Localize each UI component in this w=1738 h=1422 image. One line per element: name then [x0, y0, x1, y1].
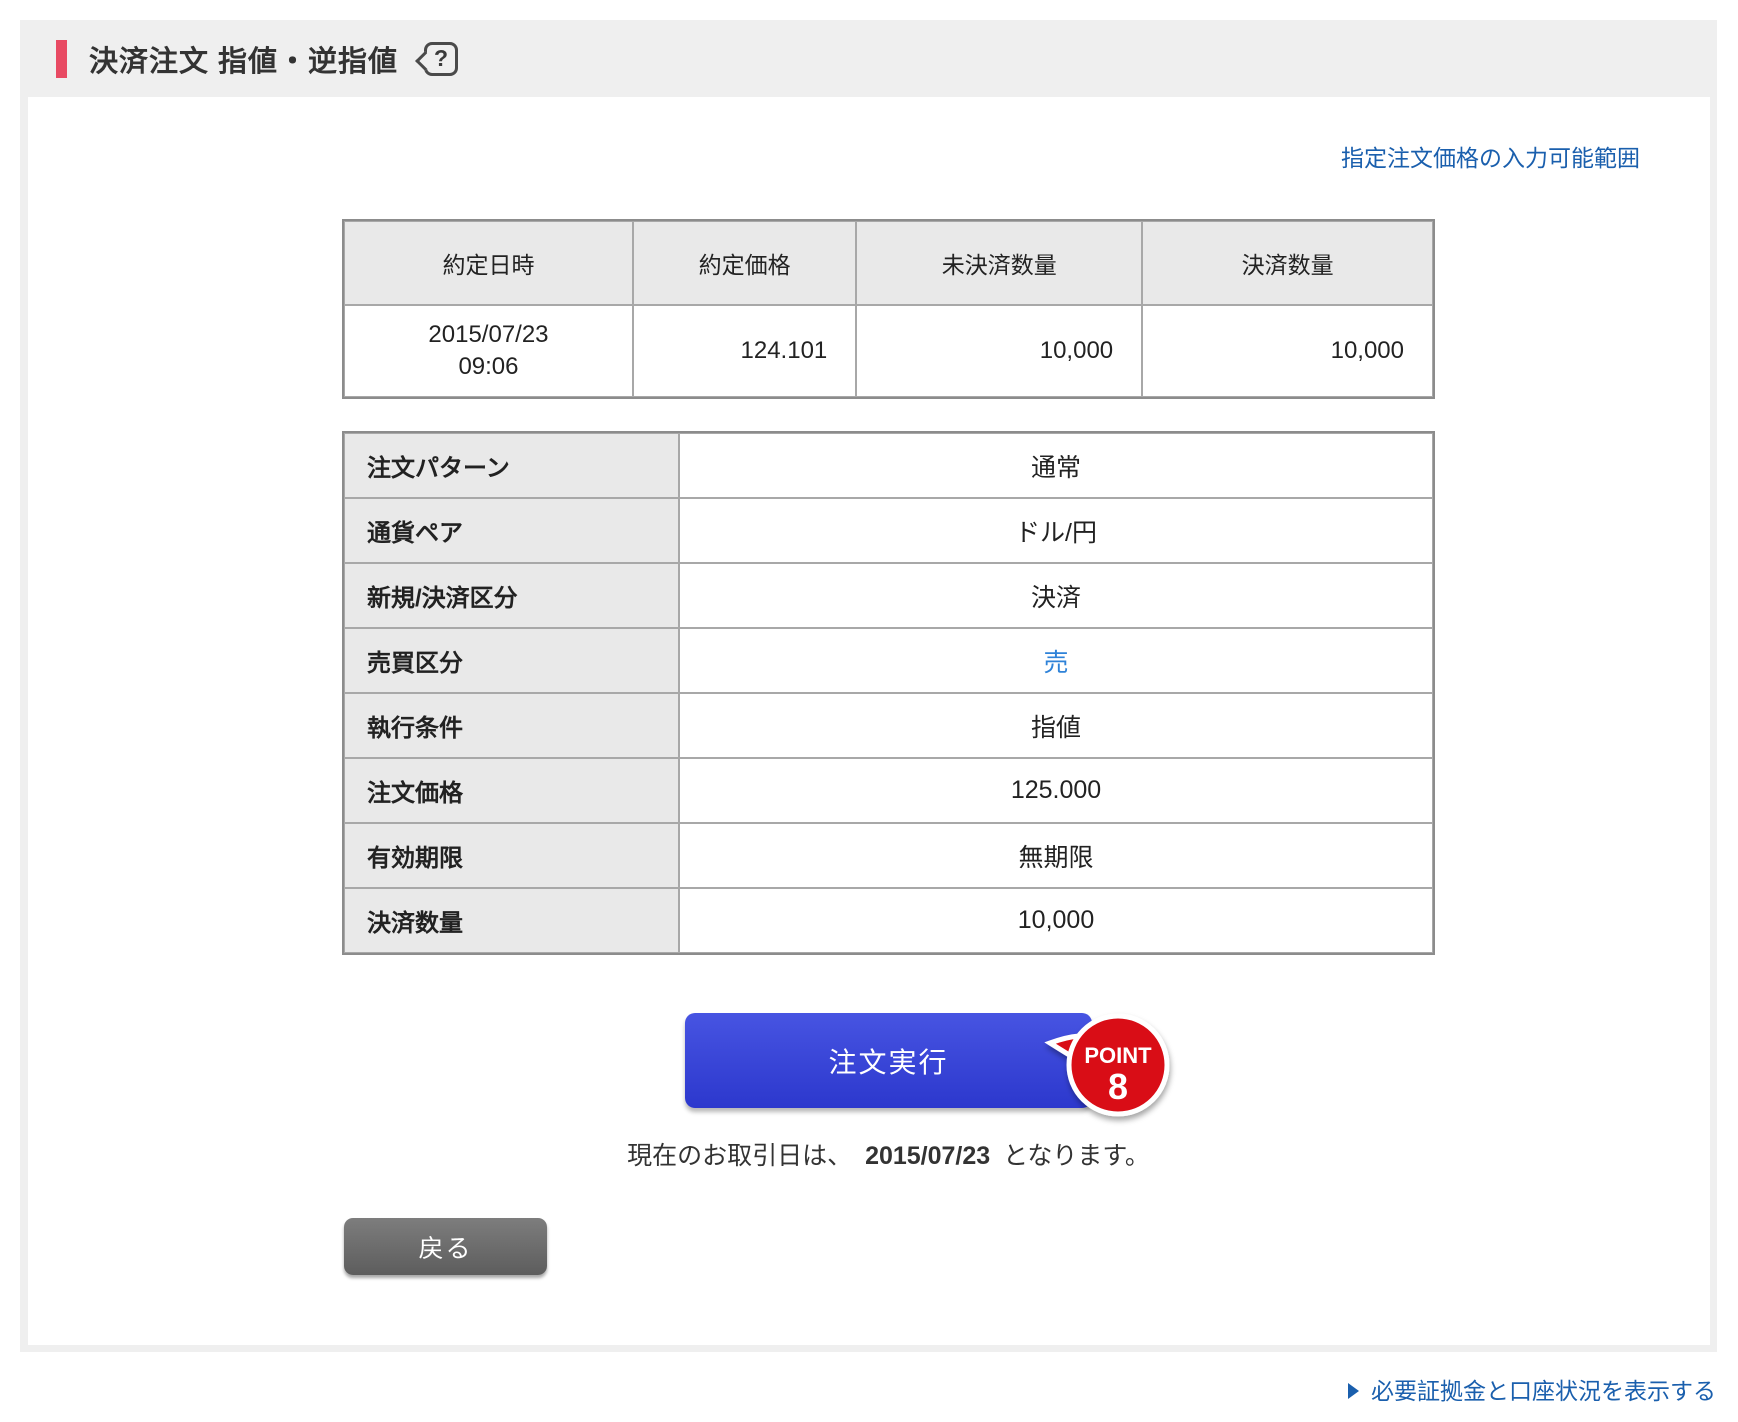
exec-time: 09:06	[345, 351, 632, 383]
order-field-value: 指値	[679, 693, 1433, 758]
badge-text-number: 8	[1108, 1066, 1128, 1107]
order-field-label: 有効期限	[344, 823, 679, 888]
back-button[interactable]: 戻る	[344, 1218, 547, 1275]
close-qty-cell: 10,000	[1142, 305, 1433, 397]
price-range-link-row: 指定注文価格の入力可能範囲	[28, 139, 1640, 169]
header-open-qty: 未決済数量	[856, 221, 1142, 305]
trade-date-prefix: 現在のお取引日は、	[627, 1142, 852, 1170]
exec-price-cell: 124.101	[633, 305, 856, 397]
open-qty-cell: 10,000	[856, 305, 1142, 397]
header-exec-price: 約定価格	[633, 221, 856, 305]
badge-text-point: POINT	[1084, 1043, 1152, 1068]
title-accent-bar	[56, 40, 67, 78]
table-row: 通貨ペア ドル/円	[344, 498, 1433, 563]
order-field-value: 通常	[679, 433, 1433, 498]
header-exec-datetime: 約定日時	[344, 221, 633, 305]
trade-date-suffix: となります。	[1003, 1142, 1150, 1170]
table-row: 注文パターン 通常	[344, 433, 1433, 498]
order-field-label: 通貨ペア	[344, 498, 679, 563]
page-title: 決済注文 指値・逆指値	[89, 38, 398, 80]
help-icon[interactable]: ?	[424, 42, 458, 76]
trade-date-value: 2015/07/23	[859, 1142, 996, 1170]
margin-status-link[interactable]: 必要証拠金と口座状況を表示する	[1371, 1378, 1716, 1404]
panel-header: 決済注文 指値・逆指値 ?	[20, 20, 1717, 97]
table-row: 決済数量 10,000	[344, 888, 1433, 953]
table-row: 注文価格 125.000	[344, 758, 1433, 823]
table-row: 執行条件 指値	[344, 693, 1433, 758]
price-range-link[interactable]: 指定注文価格の入力可能範囲	[1341, 145, 1640, 171]
order-field-label: 執行条件	[344, 693, 679, 758]
content-area: 指定注文価格の入力可能範囲 約定日時 約定価格 未決済数量 決済数量 2015/…	[28, 97, 1710, 1345]
order-field-label: 注文パターン	[344, 433, 679, 498]
table-row: 有効期限 無期限	[344, 823, 1433, 888]
order-field-label: 新規/決済区分	[344, 563, 679, 628]
order-detail-table: 注文パターン 通常 通貨ペア ドル/円 新規/決済区分 決済 売買区分 売 執行…	[342, 431, 1435, 955]
table-row: 新規/決済区分 決済	[344, 563, 1433, 628]
action-strip: 注文実行 POINT 8 現在のお取引日は、 2015/07/23 となります。	[342, 1013, 1435, 1172]
position-table-header-row: 約定日時 約定価格 未決済数量 決済数量	[344, 221, 1433, 305]
position-table: 約定日時 約定価格 未決済数量 決済数量 2015/07/23 09:06 12…	[342, 219, 1435, 399]
exec-datetime-cell: 2015/07/23 09:06	[344, 305, 633, 397]
order-confirm-panel: 決済注文 指値・逆指値 ? 指定注文価格の入力可能範囲 約定日時 約定価格 未決…	[20, 20, 1717, 1352]
trade-date-note: 現在のお取引日は、 2015/07/23 となります。	[342, 1136, 1435, 1172]
order-field-value: 125.000	[679, 758, 1433, 823]
position-table-data-row: 2015/07/23 09:06 124.101 10,000 10,000	[344, 305, 1433, 397]
margin-status-link-row: 必要証拠金と口座状況を表示する	[1348, 1372, 1716, 1406]
arrow-right-icon	[1348, 1383, 1359, 1399]
table-row: 売買区分 売	[344, 628, 1433, 693]
exec-date: 2015/07/23	[345, 319, 632, 351]
order-field-value: 無期限	[679, 823, 1433, 888]
order-field-value: 10,000	[679, 888, 1433, 953]
submit-order-button[interactable]: 注文実行	[685, 1013, 1092, 1108]
order-field-label: 決済数量	[344, 888, 679, 953]
order-field-label: 注文価格	[344, 758, 679, 823]
header-close-qty: 決済数量	[1142, 221, 1433, 305]
order-field-value: 決済	[679, 563, 1433, 628]
order-field-value: 売	[679, 628, 1433, 693]
order-field-value: ドル/円	[679, 498, 1433, 563]
order-field-label: 売買区分	[344, 628, 679, 693]
